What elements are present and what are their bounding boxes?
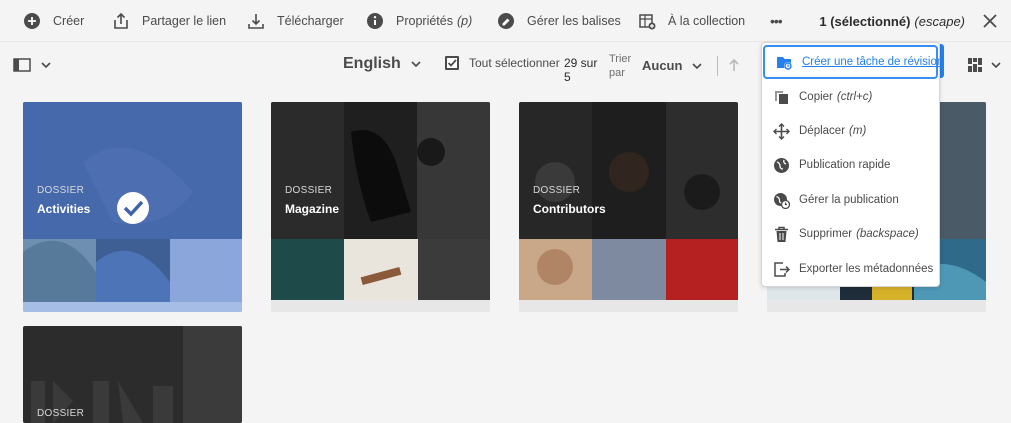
move-icon bbox=[773, 122, 790, 140]
card-view-icon bbox=[968, 58, 982, 72]
view-switcher[interactable] bbox=[967, 57, 1001, 73]
card-type: DOSSIER bbox=[37, 408, 85, 419]
create-button[interactable]: Créer bbox=[23, 0, 84, 42]
more-actions-menu: Créer une tâche de révision Copier (ctrl+… bbox=[761, 42, 943, 287]
chevron-down-icon bbox=[411, 61, 421, 68]
folder-card-contributors[interactable]: DOSSIER Contributors bbox=[519, 102, 738, 312]
close-icon[interactable] bbox=[981, 12, 999, 30]
menu-item-label: Copier bbox=[799, 91, 833, 103]
sort-dropdown[interactable]: Aucun bbox=[642, 58, 703, 73]
arrow-up-icon bbox=[729, 58, 739, 71]
chevron-down-icon bbox=[41, 62, 51, 69]
globe-clock-icon bbox=[774, 192, 790, 209]
menu-item-manage-publication[interactable]: Gérer la publication bbox=[762, 183, 939, 217]
create-label: Créer bbox=[53, 14, 85, 28]
menu-item-label: Publication rapide bbox=[799, 159, 891, 171]
menu-item-quick-publish[interactable]: Publication rapide bbox=[762, 148, 939, 182]
tag-icon bbox=[498, 13, 514, 29]
language-label: English bbox=[343, 55, 401, 72]
card-footer bbox=[519, 300, 738, 312]
menu-item-delete[interactable]: Supprimer (backspace) bbox=[762, 217, 939, 251]
select-all-button[interactable]: Tout sélectionner bbox=[444, 55, 560, 71]
action-bar: Créer Partager le lien Télécharger Propr… bbox=[0, 0, 1011, 42]
share-link-button[interactable]: Partager le lien bbox=[112, 0, 226, 42]
collection-add-icon bbox=[639, 14, 656, 30]
properties-button[interactable]: Propriétés (p) bbox=[366, 0, 472, 42]
share-link-label: Partager le lien bbox=[142, 14, 227, 28]
card-title: Contributors bbox=[533, 202, 606, 216]
trash-icon bbox=[775, 226, 788, 242]
rail-toggle-button[interactable] bbox=[13, 57, 51, 73]
menu-item-copy[interactable]: Copier (ctrl+c) bbox=[762, 80, 939, 114]
menu-item-move[interactable]: Déplacer (m) bbox=[762, 114, 939, 148]
checkmark-icon bbox=[117, 192, 149, 224]
folder-card-5[interactable]: DOSSIER bbox=[23, 326, 242, 423]
toolbar-divider bbox=[717, 56, 718, 76]
sort-value: Aucun bbox=[642, 58, 683, 73]
card-footer bbox=[271, 300, 490, 312]
sort-direction-button[interactable] bbox=[727, 57, 741, 73]
select-all-label: Tout sélectionner bbox=[469, 56, 560, 70]
menu-item-label: Supprimer bbox=[799, 228, 853, 240]
menu-item-create-review-task[interactable]: Créer une tâche de révision bbox=[763, 45, 943, 79]
folder-card-magazine[interactable]: DOSSIER Magazine bbox=[271, 102, 490, 312]
checkbox-checked-icon bbox=[445, 56, 459, 70]
side-panel-icon bbox=[13, 58, 31, 72]
export-icon bbox=[774, 261, 790, 277]
language-selector[interactable]: English bbox=[343, 55, 421, 73]
manage-tags-button[interactable]: Gérer les balises bbox=[497, 0, 621, 42]
folder-card-activities[interactable]: DOSSIER Activities bbox=[23, 102, 242, 312]
item-count: 29 sur 5 bbox=[564, 56, 598, 84]
more-button[interactable]: ••• bbox=[770, 0, 783, 42]
properties-shortcut: (p) bbox=[456, 14, 473, 28]
info-icon bbox=[367, 13, 383, 29]
to-collection-label: À la collection bbox=[668, 14, 746, 28]
properties-label: Propriétés bbox=[396, 14, 453, 28]
menu-item-shortcut: (ctrl+c) bbox=[836, 91, 873, 103]
manage-tags-label: Gérer les balises bbox=[527, 14, 621, 28]
download-button[interactable]: Télécharger bbox=[247, 0, 344, 42]
card-footer bbox=[767, 300, 986, 312]
selection-escape-hint: (escape) bbox=[914, 13, 965, 29]
menu-item-shortcut: (m) bbox=[849, 125, 867, 137]
chevron-down-icon bbox=[991, 62, 1001, 69]
card-overlay bbox=[519, 102, 738, 239]
selection-count-label: 1 (sélectionné) bbox=[819, 13, 911, 29]
add-circle-icon bbox=[24, 13, 40, 29]
card-overlay bbox=[271, 102, 490, 239]
menu-item-shortcut: (backspace) bbox=[856, 228, 919, 240]
to-collection-button[interactable]: À la collection bbox=[638, 0, 745, 42]
copy-icon bbox=[775, 90, 788, 104]
menu-item-label: Déplacer bbox=[799, 125, 846, 137]
menu-item-export-metadata[interactable]: Exporter les métadonnées bbox=[762, 252, 939, 286]
selection-count: 1 (sélectionné) (escape) bbox=[819, 0, 965, 42]
sort-label: Trier par bbox=[609, 53, 632, 79]
card-type: DOSSIER bbox=[37, 185, 85, 196]
menu-item-label: Créer une tâche de révision bbox=[802, 56, 944, 68]
share-icon bbox=[114, 12, 128, 29]
card-title: Activities bbox=[37, 202, 91, 216]
download-label: Télécharger bbox=[277, 14, 344, 28]
card-type: DOSSIER bbox=[533, 185, 581, 196]
globe-icon bbox=[774, 157, 789, 173]
download-icon bbox=[248, 14, 264, 29]
card-type: DOSSIER bbox=[285, 185, 333, 196]
menu-item-label: Exporter les métadonnées bbox=[799, 263, 934, 275]
review-task-icon bbox=[777, 56, 792, 70]
card-title: Magazine bbox=[285, 202, 340, 216]
chevron-down-icon bbox=[692, 62, 703, 69]
menu-item-label: Gérer la publication bbox=[799, 194, 899, 206]
